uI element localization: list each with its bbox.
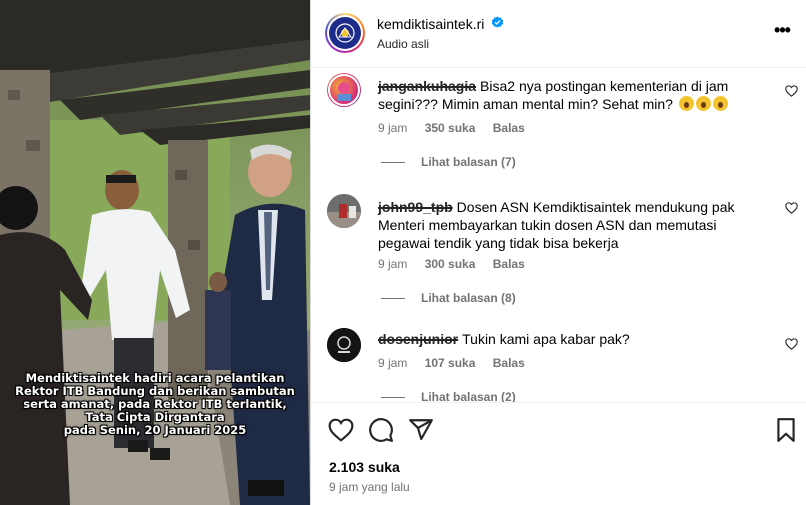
post-caption-overlay: Mendiktisaintek hadiri acara pelantikan … bbox=[4, 372, 306, 437]
avatar-image bbox=[327, 328, 361, 362]
account-avatar[interactable] bbox=[325, 13, 365, 53]
commenter-avatar[interactable] bbox=[327, 73, 361, 107]
comment-time[interactable]: 9 jam bbox=[378, 356, 407, 370]
view-replies-button[interactable]: Lihat balasan (7) bbox=[381, 155, 516, 169]
comment-time[interactable]: 9 jam bbox=[378, 257, 407, 271]
reply-button[interactable]: Balas bbox=[493, 121, 525, 135]
reply-button[interactable]: Balas bbox=[493, 356, 525, 370]
comment-meta: 9 jam 350 suka Balas bbox=[378, 121, 539, 135]
surprised-emoji-icon bbox=[695, 96, 711, 111]
comment-time[interactable]: 9 jam bbox=[378, 121, 407, 135]
comment-likes[interactable]: 300 suka bbox=[425, 257, 476, 271]
surprised-emoji-icon bbox=[678, 96, 694, 111]
post-actions-bar: 2.103 suka 9 jam yang lalu bbox=[311, 402, 806, 505]
comment-body: dosenjunior Tukin kami apa kabar pak? bbox=[378, 330, 770, 348]
view-replies-label: Lihat balasan (2) bbox=[421, 390, 516, 402]
post-media[interactable]: Mendiktisaintek hadiri acara pelantikan … bbox=[0, 0, 310, 505]
comment-text: Tukin kami apa kabar pak? bbox=[462, 331, 630, 347]
replies-divider bbox=[381, 298, 405, 300]
comment-username[interactable]: john99_tpb bbox=[378, 199, 453, 215]
comment-bubble-icon[interactable] bbox=[368, 417, 394, 443]
like-heart-icon[interactable] bbox=[328, 417, 354, 443]
avatar-image bbox=[328, 74, 360, 106]
more-options-icon[interactable]: ••• bbox=[769, 20, 795, 44]
save-bookmark-icon[interactable] bbox=[773, 417, 799, 443]
account-username[interactable]: kemdiktisaintek.ri bbox=[377, 16, 484, 32]
reply-button[interactable]: Balas bbox=[493, 257, 525, 271]
comment-username[interactable]: dosenjunior bbox=[378, 331, 458, 347]
comment-meta: 9 jam 300 suka Balas bbox=[378, 257, 539, 271]
comment-like-heart-icon[interactable] bbox=[785, 85, 798, 97]
comment-meta: 9 jam 107 suka Balas bbox=[378, 356, 539, 370]
verified-badge-icon bbox=[491, 16, 504, 28]
audio-label[interactable]: Audio asli bbox=[377, 37, 429, 51]
commenter-avatar[interactable] bbox=[327, 328, 361, 362]
caption-line: pada Senin, 20 Januari 2025 bbox=[63, 423, 247, 437]
view-replies-label: Lihat balasan (7) bbox=[421, 155, 516, 169]
post-side-panel: kemdiktisaintek.ri Audio asli ••• jangan… bbox=[310, 0, 806, 505]
post-timestamp[interactable]: 9 jam yang lalu bbox=[329, 480, 410, 494]
share-send-icon[interactable] bbox=[408, 417, 434, 443]
commenter-avatar[interactable] bbox=[327, 194, 361, 228]
kemdiktisaintek-logo-icon bbox=[335, 23, 355, 43]
comment-like-heart-icon[interactable] bbox=[785, 202, 798, 214]
view-replies-button[interactable]: Lihat balasan (8) bbox=[381, 291, 516, 305]
surprised-emoji-icon bbox=[712, 96, 728, 111]
view-replies-button[interactable]: Lihat balasan (2) bbox=[381, 390, 516, 402]
post-header: kemdiktisaintek.ri Audio asli ••• bbox=[311, 0, 806, 68]
comment-body: john99_tpb Dosen ASN Kemdiktisaintek mend… bbox=[378, 198, 770, 252]
comment-username[interactable]: jangankuhagia bbox=[378, 78, 476, 94]
view-replies-label: Lihat balasan (8) bbox=[421, 291, 516, 305]
replies-divider bbox=[381, 162, 405, 164]
likes-count[interactable]: 2.103 suka bbox=[329, 459, 400, 475]
comment-body: jangankuhagia Bisa2 nya postingan kemente… bbox=[378, 77, 770, 113]
avatar-image bbox=[327, 194, 361, 228]
replies-divider bbox=[381, 397, 405, 399]
comment-like-heart-icon[interactable] bbox=[785, 338, 798, 350]
comments-list[interactable]: jangankuhagia Bisa2 nya postingan kemente… bbox=[311, 68, 806, 402]
comment-likes[interactable]: 350 suka bbox=[425, 121, 476, 135]
comment-likes[interactable]: 107 suka bbox=[425, 356, 476, 370]
